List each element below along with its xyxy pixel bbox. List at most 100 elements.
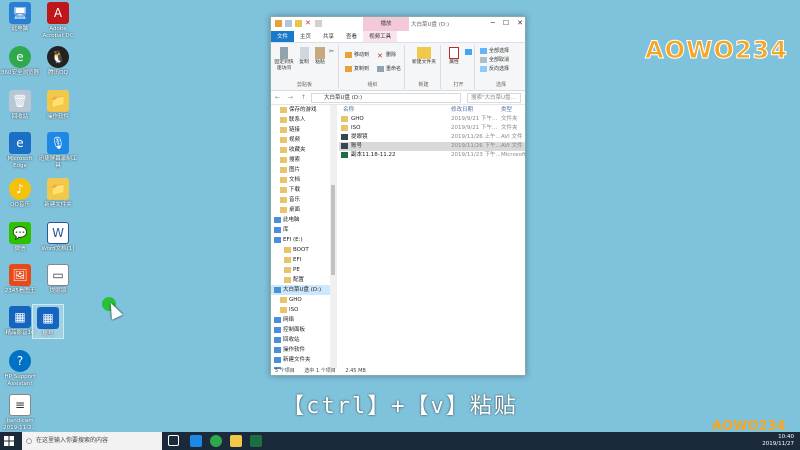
desktop-icon-new-folder[interactable]: 📁 新建文件夹 bbox=[38, 178, 78, 209]
cut-button[interactable]: ✂ bbox=[329, 48, 336, 55]
file-row[interactable]: GHO 2019/9/21 下午... 文件夹 bbox=[339, 115, 525, 124]
nav-item[interactable]: 控制面板 bbox=[271, 325, 336, 335]
copy-to-button[interactable]: 复制到 bbox=[345, 65, 369, 72]
rename-button[interactable]: 重命名 bbox=[377, 65, 401, 72]
nav-item[interactable]: 此电脑 bbox=[271, 215, 336, 225]
nav-item[interactable]: 操作软件 bbox=[271, 345, 336, 355]
task-view-icon[interactable] bbox=[168, 435, 179, 446]
file-row[interactable]: 提眼镜 2019/11/26 上午... AVI 文件 bbox=[339, 133, 525, 142]
nav-item[interactable]: 联系人 bbox=[271, 115, 336, 125]
desktop-icon-label: QQ音乐 bbox=[10, 202, 30, 208]
nav-item[interactable]: 图片 bbox=[271, 165, 336, 175]
nav-item[interactable]: 下载 bbox=[271, 185, 336, 195]
nav-item[interactable]: ISO bbox=[271, 305, 336, 315]
manage-tab-play[interactable]: 播放 bbox=[363, 17, 409, 31]
clock-date: 2019/11/27 bbox=[762, 441, 794, 447]
file-row[interactable]: ISO 2019/9/21 下午... 文件夹 bbox=[339, 124, 525, 133]
desktop-icon-360-browser[interactable]: e 360安全浏览器 bbox=[0, 46, 40, 77]
tab-share[interactable]: 共享 bbox=[317, 31, 340, 42]
nav-item[interactable]: 链接 bbox=[271, 125, 336, 135]
address-bar[interactable]: 大白菜U盘 (D:) bbox=[311, 93, 461, 103]
navigation-arrows[interactable]: ← → ↑ bbox=[275, 94, 309, 101]
windows-start-icon[interactable] bbox=[4, 436, 14, 446]
file-explorer-taskbar-icon[interactable] bbox=[230, 435, 242, 447]
nav-item[interactable]: 视频 bbox=[271, 135, 336, 145]
desktop-icon-glasses-video[interactable]: ▭ 提眼镜 bbox=[38, 264, 78, 295]
nav-scrollbar[interactable] bbox=[330, 105, 336, 369]
delete-icon[interactable]: ✕ bbox=[305, 20, 312, 27]
title-bar: ✕ 播放 大白菜U盘 (D:) ─ ☐ ✕ bbox=[271, 17, 525, 31]
nav-item[interactable]: 保存的游戏 bbox=[271, 105, 336, 115]
taskbar-search-input[interactable]: ○ 在这里输入你要搜索的内容 bbox=[22, 432, 162, 450]
desktop-icon-recycle-bin[interactable]: 🗑 回收站 bbox=[0, 90, 40, 121]
nav-item[interactable]: 桌面 bbox=[271, 205, 336, 215]
desktop-icon-2345-viewer[interactable]: 🖼 2345看图王 bbox=[0, 264, 40, 295]
edge-taskbar-icon[interactable] bbox=[190, 435, 202, 447]
nav-item[interactable]: 网络 bbox=[271, 315, 336, 325]
new-folder-icon[interactable] bbox=[295, 20, 302, 27]
desktop-icon-this-pc[interactable]: 🖥 此电脑 bbox=[0, 2, 40, 33]
tab-file[interactable]: 文件 bbox=[271, 31, 295, 42]
move-to-button[interactable]: 移动到 bbox=[345, 51, 369, 58]
desktop-icon-edge[interactable]: e Microsoft Edge bbox=[0, 132, 40, 169]
search-box[interactable]: 搜索"大白菜U盘... bbox=[467, 93, 521, 103]
undo-icon[interactable] bbox=[315, 20, 322, 27]
nav-item[interactable]: 文档 bbox=[271, 175, 336, 185]
folder-icon bbox=[280, 207, 287, 213]
paste-button[interactable]: 粘贴 bbox=[313, 47, 327, 66]
file-name: ISO bbox=[351, 125, 361, 131]
nav-item[interactable]: 音乐 bbox=[271, 195, 336, 205]
pin-quick-access-button[interactable]: 固定到快速访问 bbox=[273, 47, 295, 71]
invert-selection-button[interactable]: 反向选择 bbox=[480, 65, 509, 72]
nav-item[interactable]: GHO bbox=[271, 295, 336, 305]
browser-taskbar-icon[interactable] bbox=[210, 435, 222, 447]
tab-video-tools[interactable]: 视频工具 bbox=[363, 31, 398, 42]
new-folder-button[interactable]: 新建文件夹 bbox=[411, 47, 437, 66]
desktop-icon-software-folder[interactable]: 📁 操作软件 bbox=[38, 90, 78, 121]
nav-item[interactable]: 新建文件夹 bbox=[271, 355, 336, 365]
tab-home[interactable]: 主页 bbox=[294, 31, 317, 42]
tab-view[interactable]: 查看 bbox=[340, 31, 363, 42]
select-all-button[interactable]: 全部选择 bbox=[480, 47, 509, 54]
delete-button[interactable]: ✕ 删除 bbox=[377, 51, 396, 60]
copy-button[interactable]: 复制 bbox=[297, 47, 311, 66]
quick-access-folder-icon[interactable] bbox=[275, 20, 282, 27]
file-row[interactable]: 账号 2019/11/26 下午... AVI 文件 bbox=[339, 142, 525, 151]
excel-taskbar-icon[interactable] bbox=[250, 435, 262, 447]
nav-item[interactable]: EFI bbox=[271, 255, 336, 265]
select-none-button[interactable]: 全部取消 bbox=[480, 56, 509, 63]
scrollbar-thumb[interactable] bbox=[331, 185, 335, 275]
nav-item[interactable]: 收藏夹 bbox=[271, 145, 336, 155]
browser-icon: e bbox=[9, 46, 31, 68]
nav-item-label: 操作软件 bbox=[283, 347, 306, 353]
close-icon[interactable]: ✕ bbox=[517, 19, 523, 27]
desktop-icon-word-doc[interactable]: W Word文档(1) bbox=[38, 222, 78, 253]
nav-item[interactable]: 搜索 bbox=[271, 155, 336, 165]
nav-item[interactable]: 配置 bbox=[271, 275, 336, 285]
desktop-icon-qq[interactable]: 🐧 腾讯QQ bbox=[38, 46, 78, 77]
file-row[interactable]: 副本11.18-11.22 2019/11/23 下午... Microsoft bbox=[339, 151, 526, 160]
nav-item[interactable]: PE bbox=[271, 265, 336, 275]
nav-tree: 保存的游戏 联系人 链接 视频 收藏夹 搜索 图片 文档 下载 音乐 桌面 此电脑库 EFI (E:) B… bbox=[271, 105, 336, 369]
nav-item-label: 大白菜U盘 (D:) bbox=[283, 287, 322, 293]
desktop-icon-acrobat[interactable]: A Adobe Acrobat DC bbox=[38, 2, 78, 39]
column-date[interactable]: 修改日期 bbox=[451, 105, 473, 115]
nav-item[interactable]: 库 bbox=[271, 225, 336, 235]
desktop-icon-hp-support[interactable]: ? HP Support Assistant bbox=[0, 350, 40, 387]
desktop-icon-qq-music[interactable]: ♪ QQ音乐 bbox=[0, 178, 40, 209]
nav-item[interactable]: BOOT bbox=[271, 245, 336, 255]
column-type[interactable]: 类型 bbox=[501, 105, 512, 115]
nav-item[interactable]: EFI (E:) bbox=[271, 235, 336, 245]
desktop-icon-screen-recorder[interactable]: 🎙 迅捷屏幕录制工具 bbox=[38, 132, 78, 169]
desktop-icon-account-video[interactable]: ▦ 账号 bbox=[32, 304, 64, 339]
column-name[interactable]: 名称 bbox=[343, 105, 354, 115]
minimize-icon[interactable]: ─ bbox=[491, 19, 495, 27]
properties-button[interactable]: 属性 bbox=[445, 47, 463, 66]
maximize-icon[interactable]: ☐ bbox=[503, 19, 509, 27]
nav-item[interactable]: 大白菜U盘 (D:) bbox=[271, 285, 336, 295]
properties-icon[interactable] bbox=[285, 20, 292, 27]
desktop-icon-wechat[interactable]: 💬 微信 bbox=[0, 222, 40, 253]
system-tray-clock[interactable]: 10:40 2019/11/27 bbox=[762, 434, 794, 448]
open-button[interactable] bbox=[465, 49, 472, 55]
nav-item[interactable]: 回收站 bbox=[271, 335, 336, 345]
